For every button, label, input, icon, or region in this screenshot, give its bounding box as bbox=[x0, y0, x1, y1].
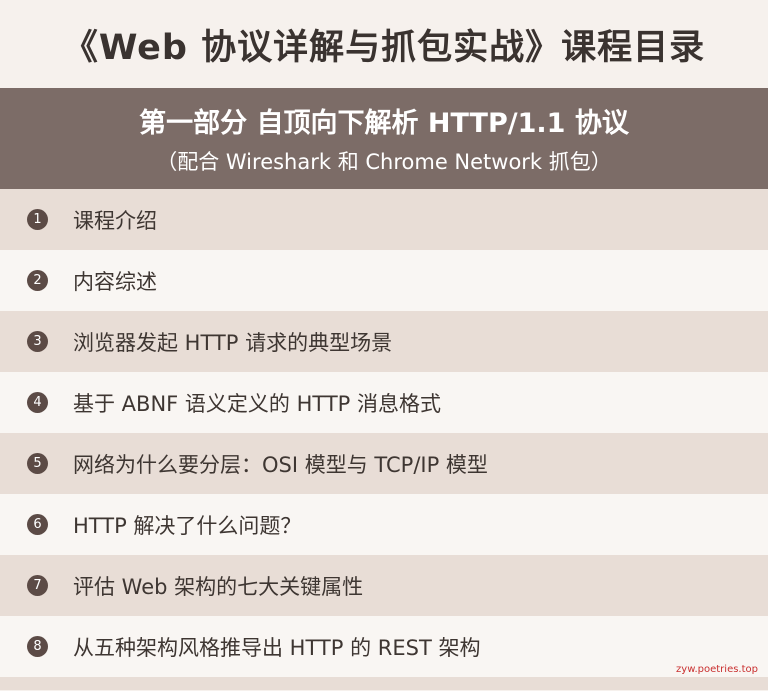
section-title: 第一部分 自顶向下解析 HTTP/1.1 协议 bbox=[139, 108, 629, 139]
lesson-number-badge: 1 bbox=[27, 209, 48, 230]
watermark: zyw.poetries.top bbox=[676, 664, 758, 675]
lesson-item-3[interactable]: 3 浏览器发起 HTTP 请求的典型场景 bbox=[0, 311, 768, 372]
lesson-item-6[interactable]: 6 HTTP 解决了什么问题？ bbox=[0, 494, 768, 555]
lesson-number-badge: 7 bbox=[27, 575, 48, 596]
lesson-label: 基于 ABNF 语义定义的 HTTP 消息格式 bbox=[73, 391, 442, 416]
lesson-item-7[interactable]: 7 评估 Web 架构的七大关键属性 bbox=[0, 555, 768, 616]
lesson-number-badge: 3 bbox=[27, 331, 48, 352]
section-banner: 第一部分 自顶向下解析 HTTP/1.1 协议 （配合 Wireshark 和 … bbox=[0, 88, 768, 189]
lesson-label: 从五种架构风格推导出 HTTP 的 REST 架构 bbox=[73, 635, 481, 660]
lesson-item-1[interactable]: 1 课程介绍 bbox=[0, 189, 768, 250]
section-subtitle: （配合 Wireshark 和 Chrome Network 抓包） bbox=[156, 150, 612, 174]
lesson-label: 浏览器发起 HTTP 请求的典型场景 bbox=[73, 330, 393, 355]
lesson-label: 网络为什么要分层：OSI 模型与 TCP/IP 模型 bbox=[73, 452, 488, 477]
lesson-number-badge: 2 bbox=[27, 270, 48, 291]
lesson-number-badge: 6 bbox=[27, 514, 48, 535]
lesson-list: 1 课程介绍 2 内容综述 3 浏览器发起 HTTP 请求的典型场景 4 基于 … bbox=[0, 189, 768, 677]
bottom-strip bbox=[0, 677, 768, 690]
lesson-number-badge: 5 bbox=[27, 453, 48, 474]
lesson-label: HTTP 解决了什么问题？ bbox=[73, 513, 302, 538]
lesson-label: 课程介绍 bbox=[73, 208, 157, 233]
lesson-label: 评估 Web 架构的七大关键属性 bbox=[73, 574, 364, 599]
lesson-label: 内容综述 bbox=[73, 269, 157, 294]
lesson-item-8[interactable]: 8 从五种架构风格推导出 HTTP 的 REST 架构 bbox=[0, 616, 768, 677]
lesson-number-badge: 4 bbox=[27, 392, 48, 413]
lesson-item-4[interactable]: 4 基于 ABNF 语义定义的 HTTP 消息格式 bbox=[0, 372, 768, 433]
lesson-item-2[interactable]: 2 内容综述 bbox=[0, 250, 768, 311]
page-title: 《Web 协议详解与抓包实战》课程目录 bbox=[0, 0, 768, 88]
lesson-number-badge: 8 bbox=[27, 636, 48, 657]
lesson-item-5[interactable]: 5 网络为什么要分层：OSI 模型与 TCP/IP 模型 bbox=[0, 433, 768, 494]
